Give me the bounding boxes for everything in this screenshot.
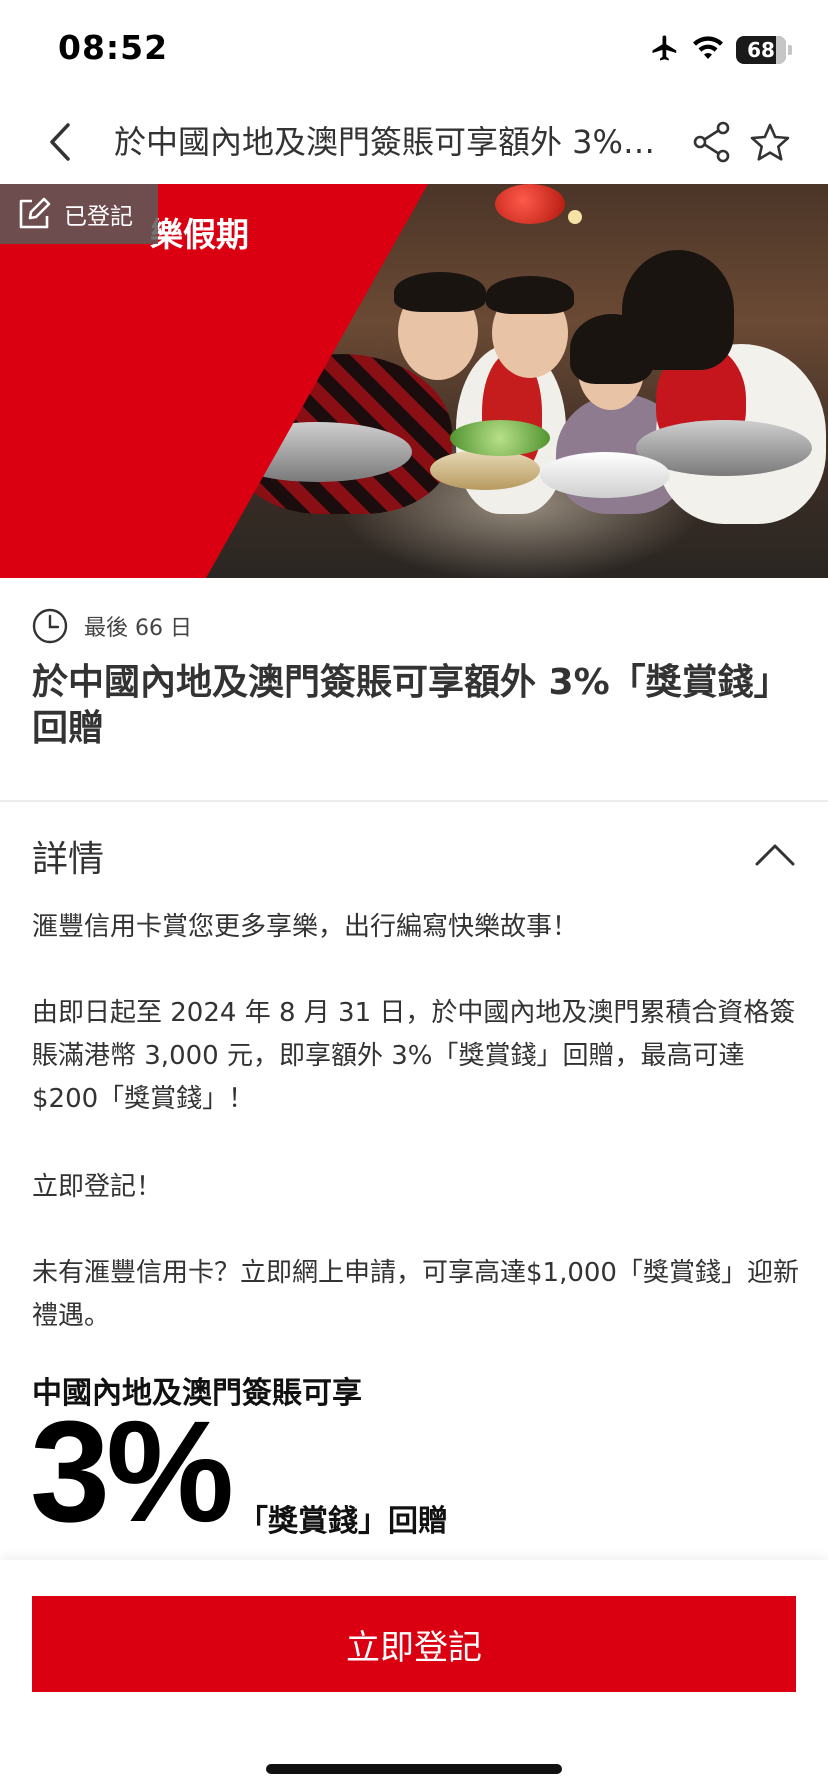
details-paragraph: 由即日起至 2024 年 8 月 31 日，於中國內地及澳門累積合資格簽賬滿港幣… [32,998,796,1114]
status-bar: 08:52 68 [0,0,828,100]
registered-badge: 已登記 [0,184,158,244]
registered-label: 已登記 [64,204,133,230]
wifi-icon [692,35,724,65]
star-icon [750,123,790,161]
offer-title: 於中國內地及澳門簽賬可享額外 3%「獎賞錢」回贈 [32,662,772,749]
status-time: 08:52 [58,28,169,67]
favorite-button[interactable] [744,116,796,168]
hero-banner-text: 樂假期 [150,215,249,254]
promo-value: 3% [30,1391,234,1552]
nav-bar: 於中國內地及澳門簽賬可享額外 3%「獎賞錢」回贈 [0,100,828,184]
share-icon [693,121,730,163]
home-indicator[interactable] [266,1764,562,1774]
edit-icon [19,197,51,229]
clock-icon [32,608,68,644]
chevron-up-icon [755,844,795,866]
nav-title: 於中國內地及澳門簽賬可享額外 3%「獎賞錢」回贈 [114,123,662,161]
status-icons: 68 [650,32,792,68]
countdown-text: 最後 66 日 [84,616,192,641]
airplane-icon [650,33,680,67]
promo-tail: 「獎賞錢」回贈 [238,1504,448,1539]
battery-icon: 68 [736,36,786,64]
countdown: 最後 66 日 [32,608,192,644]
share-button[interactable] [688,116,736,168]
back-icon [50,123,70,161]
register-now-button[interactable]: 立即登記 [32,1596,796,1692]
back-button[interactable] [38,116,82,168]
details-heading: 詳情 [32,839,105,880]
collapse-details-button[interactable] [752,836,798,872]
details-paragraph: 滙豐信用卡賞您更多享樂，出行編寫快樂故事！ [32,912,579,942]
details-paragraph: 未有滙豐信用卡？立即網上申請，可享高達$1,000「獎賞錢」迎新禮遇。 [32,1258,799,1331]
details-paragraph: 立即登記！ [32,1172,163,1202]
battery-level: 68 [747,38,775,62]
divider [0,800,828,802]
